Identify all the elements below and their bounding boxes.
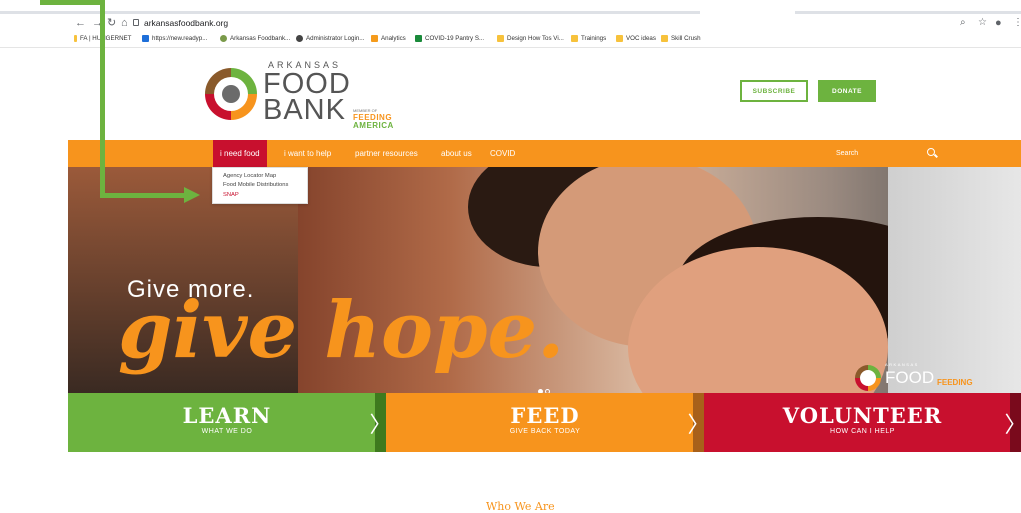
logo-emblem-icon [855, 365, 881, 391]
chevron-right-icon: 〉 [688, 393, 710, 452]
nav-about-us[interactable]: about us [441, 140, 472, 167]
site-logo[interactable]: ARKANSAS FOOD BANK MEMBER OF FEEDING AME… [205, 56, 405, 130]
nav-covid[interactable]: COVID [490, 140, 515, 167]
annotation-line [100, 0, 105, 198]
profile-icon[interactable]: ● [995, 14, 1002, 32]
bookmark-item[interactable]: Trainings [571, 35, 606, 42]
cta-volunteer[interactable]: VOLUNTEER HOW CAN I HELP 〉 [704, 393, 1021, 452]
chevron-right-icon: 〉 [370, 393, 392, 452]
annotation-line [100, 193, 186, 198]
logo-bank: BANK [263, 94, 346, 126]
nav-partner-resources[interactable]: partner resources [355, 140, 418, 167]
bookmark-item[interactable]: Administrator Login... [296, 35, 364, 42]
annotation-line [40, 0, 105, 5]
subscribe-button[interactable]: SUBSCRIBE [740, 80, 808, 102]
nav-i-need-food[interactable]: i need food [213, 140, 267, 167]
home-icon[interactable]: ⌂ [121, 14, 128, 32]
reload-icon[interactable]: ↻ [107, 14, 116, 32]
lock-icon [133, 19, 139, 26]
bookmark-item[interactable]: Skill Crush [661, 35, 701, 42]
bookmark-item[interactable]: Arkansas Foodbank... [220, 35, 290, 42]
cta-learn[interactable]: LEARN WHAT WE DO 〉 [68, 393, 392, 452]
annotation-arrow-icon [184, 187, 200, 203]
i-need-food-dropdown: Agency Locator Map Food Mobile Distribut… [212, 167, 308, 204]
cta-feed-title: FEED [510, 403, 580, 428]
hero-logo-feeding: FEEDING [937, 378, 973, 387]
bookmark-item[interactable]: Analytics [371, 35, 406, 42]
zoom-icon[interactable]: ⌕ [960, 14, 966, 32]
url-field[interactable]: arkansasfoodbank.org [144, 14, 228, 32]
cta-learn-title: LEARN [182, 403, 272, 428]
cta-volunteer-title: VOLUNTEER [782, 403, 943, 428]
search-input[interactable]: Search [836, 140, 858, 167]
cta-learn-sub: WHAT WE DO [201, 428, 253, 435]
hero-line-2: give hope. [118, 285, 565, 376]
dropdown-agency-locator-map[interactable]: Agency Locator Map [223, 173, 276, 179]
cta-feed[interactable]: FEED GIVE BACK TODAY 〉 [386, 393, 710, 452]
logo-america: AMERICA [353, 121, 394, 130]
bookmark-item[interactable]: VOC ideas [616, 35, 656, 42]
dropdown-snap[interactable]: SNAP [223, 192, 239, 198]
hero-logo-arkansas: ARKANSAS [885, 362, 919, 367]
back-icon[interactable]: ← [75, 14, 86, 32]
bookmarks-bar: FA | HUNGERNET https://new.readyp... Ark… [0, 32, 1021, 48]
donate-button[interactable]: DONATE [818, 80, 876, 102]
cta-volunteer-sub: HOW CAN I HELP [830, 428, 895, 435]
nav-i-want-to-help[interactable]: i want to help [284, 140, 331, 167]
bookmark-item[interactable]: COVID-19 Pantry S... [415, 35, 484, 42]
bookmark-item[interactable]: Design How Tos Vi... [497, 35, 564, 42]
menu-icon[interactable]: ⋮ [1013, 14, 1021, 32]
dropdown-food-mobile-distributions[interactable]: Food Mobile Distributions [223, 182, 288, 188]
star-icon[interactable]: ☆ [978, 14, 987, 32]
search-icon[interactable] [927, 148, 935, 156]
chevron-right-icon: 〉 [1005, 393, 1021, 452]
address-bar-row: ← → ↻ ⌂ arkansasfoodbank.org ⌕ ☆ ● ⋮ [0, 14, 1021, 32]
logo-emblem-icon [205, 68, 257, 120]
hero-logo-food: FOOD [885, 368, 935, 387]
hero-watermark-logo: ARKANSAS FOOD FEEDING [855, 360, 975, 393]
who-we-are-heading: Who We Are [486, 500, 555, 513]
cta-feed-sub: GIVE BACK TODAY [509, 428, 581, 435]
main-nav: i need food i want to help partner resou… [68, 140, 1021, 167]
bookmark-item[interactable]: https://new.readyp... [142, 35, 207, 42]
